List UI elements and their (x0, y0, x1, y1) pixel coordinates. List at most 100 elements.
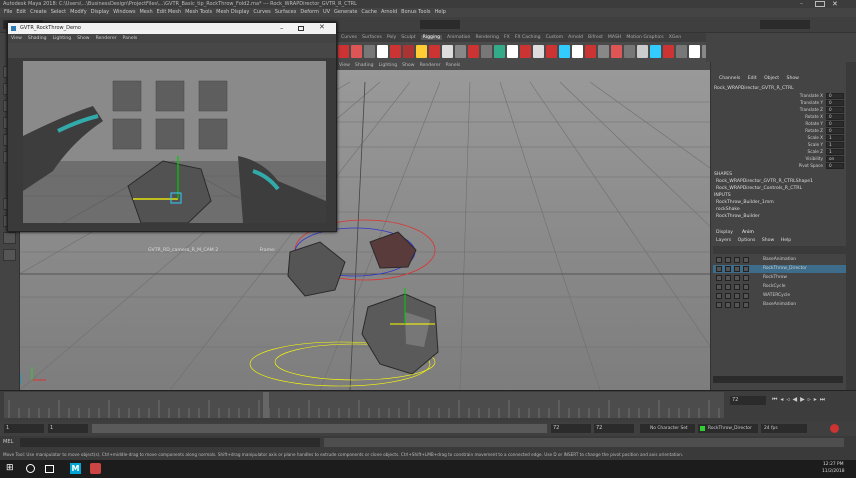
shelf-tab-curves[interactable]: Curves (341, 35, 357, 40)
layer-solo-icon[interactable] (734, 293, 740, 299)
character-set-dropdown[interactable]: No Character Set (640, 424, 695, 433)
anim-layer-row[interactable]: RockCycle (713, 283, 846, 291)
layer-ghost-icon[interactable] (743, 302, 749, 308)
layer-ghost-icon[interactable] (743, 275, 749, 281)
minimize-button[interactable]: – (800, 1, 810, 7)
search-icon[interactable] (26, 464, 35, 473)
menu-display[interactable]: Display (91, 9, 109, 15)
menu-edit-mesh[interactable]: Edit Mesh (157, 9, 181, 15)
float-menu-view[interactable]: View (11, 36, 22, 41)
layer-ghost-icon[interactable] (743, 257, 749, 263)
panel-menu-renderer[interactable]: Renderer (420, 63, 441, 68)
shelf-tab-sculpt[interactable]: Sculpt (401, 35, 415, 40)
layer-lock-icon[interactable] (716, 302, 722, 308)
menu-windows[interactable]: Windows (113, 9, 135, 15)
shelf-tool-icon[interactable] (468, 45, 479, 58)
anim-layer-row[interactable]: BaseAnimation (713, 301, 846, 309)
layer-lock-icon[interactable] (716, 266, 722, 272)
layer-menu-options[interactable]: Options (738, 238, 756, 243)
menu-curves[interactable]: Curves (253, 9, 270, 15)
input-item[interactable]: RockThrow_Builder (716, 214, 760, 219)
menu-cache[interactable]: Cache (361, 9, 377, 15)
shelf-tool-icon[interactable] (455, 45, 466, 58)
anim-layer-dropdown[interactable]: RockThrow_Director (698, 424, 758, 433)
shelf-tool-icon[interactable] (442, 45, 453, 58)
layer-lock-icon[interactable] (716, 275, 722, 281)
layer-menu-show[interactable]: Show (762, 238, 774, 243)
shelf-tool-icon[interactable] (416, 45, 427, 58)
layer-tab-anim[interactable]: Anim (742, 230, 754, 235)
step-forward-frame-icon[interactable]: ▹ (808, 394, 811, 406)
shelf-tool-icon[interactable] (494, 45, 505, 58)
panel-menu-panels[interactable]: Panels (446, 63, 461, 68)
shelf-tool-icon[interactable] (676, 45, 687, 58)
menu-surfaces[interactable]: Surfaces (275, 9, 297, 15)
shape-item[interactable]: Rock_WRAPDirector_GVTR_R_CTRLShape1 (716, 179, 813, 184)
menu-modify[interactable]: Modify (70, 9, 87, 15)
shelf-tool-icon[interactable] (702, 45, 706, 58)
float-menu-shading[interactable]: Shading (28, 36, 47, 41)
channel-tab-edit[interactable]: Edit (748, 76, 757, 81)
shelf-tool-icon[interactable] (364, 45, 375, 58)
shelf-tool-icon[interactable] (598, 45, 609, 58)
current-frame-field[interactable]: 72 (730, 396, 766, 405)
shelf-tool-icon[interactable] (546, 45, 557, 58)
layer-solo-icon[interactable] (734, 284, 740, 290)
go-to-end-icon[interactable]: ⏭ (820, 394, 825, 406)
step-back-key-icon[interactable]: ◂ (780, 394, 783, 406)
shelf-tool-icon[interactable] (507, 45, 518, 58)
close-button[interactable]: ✕ (832, 0, 844, 8)
play-forward-icon[interactable]: ▶ (800, 394, 805, 406)
go-to-start-icon[interactable]: ⏮ (772, 394, 777, 406)
float-close-button[interactable]: ✕ (319, 23, 325, 31)
layer-lock-icon[interactable] (716, 257, 722, 263)
shelf-tool-icon[interactable] (403, 45, 414, 58)
menu-bonus-tools[interactable]: Bonus Tools (401, 9, 430, 15)
shelf-tab-bifrost[interactable]: Bifrost (588, 35, 603, 40)
anim-layer-row[interactable]: WATERCycle (713, 292, 846, 300)
shelf-tool-icon[interactable] (377, 45, 388, 58)
menu-uv[interactable]: UV (323, 9, 330, 15)
attribute-value-field[interactable]: 0 (826, 93, 844, 99)
menu-edit[interactable]: Edit (16, 9, 26, 15)
shelf-tab-xgen[interactable]: XGen (669, 35, 681, 40)
anim-layer-row[interactable]: BaseAnimation (713, 256, 846, 264)
channel-tab-channels[interactable]: Channels (719, 76, 740, 81)
menu-help[interactable]: Help (435, 9, 446, 15)
layer-solo-icon[interactable] (734, 257, 740, 263)
panel-menu-lighting[interactable]: Lighting (379, 63, 398, 68)
auto-key-icon[interactable] (830, 424, 839, 433)
shelf-tool-icon[interactable] (663, 45, 674, 58)
layer-weight-slider[interactable] (713, 376, 843, 383)
menu-mesh-display[interactable]: Mesh Display (216, 9, 249, 15)
shelf-tool-icon[interactable] (624, 45, 635, 58)
maya-taskbar-icon[interactable]: M (70, 463, 81, 474)
shelf-tool-icon[interactable] (611, 45, 622, 58)
float-menu-renderer[interactable]: Renderer (96, 36, 117, 41)
floating-viewport[interactable] (23, 61, 326, 223)
layer-solo-icon[interactable] (734, 302, 740, 308)
shelf-tab-animation[interactable]: Animation (447, 35, 470, 40)
menu-arnold[interactable]: Arnold (381, 9, 397, 15)
menu-create[interactable]: Create (30, 9, 47, 15)
layer-mute-icon[interactable] (725, 293, 731, 299)
timeline[interactable] (4, 392, 724, 418)
shelf-tab-rendering[interactable]: Rendering (475, 35, 498, 40)
menu-generate[interactable]: Generate (334, 9, 357, 15)
attribute-value-field[interactable]: 0 (826, 100, 844, 106)
layer-mute-icon[interactable] (725, 266, 731, 272)
shelf-tool-icon[interactable] (689, 45, 700, 58)
range-inner-start-field[interactable]: 1 (48, 424, 88, 433)
shape-item[interactable]: Rock_WRAPDirector_Controls_R_CTRL (716, 186, 802, 191)
layer-ghost-icon[interactable] (743, 266, 749, 272)
float-menu-show[interactable]: Show (77, 36, 89, 41)
outliner-icon[interactable] (3, 249, 16, 261)
shelf-tab-fx-caching[interactable]: FX Caching (515, 35, 541, 40)
layer-menu-help[interactable]: Help (781, 238, 791, 243)
shelf-tab-fx[interactable]: FX (504, 35, 510, 40)
play-backward-icon[interactable]: ◀ (792, 394, 797, 406)
maximize-button[interactable] (815, 1, 825, 7)
fps-dropdown[interactable]: 24 fps (761, 424, 807, 433)
menu-select[interactable]: Select (51, 9, 66, 15)
range-inner-end-field[interactable]: 72 (551, 424, 591, 433)
